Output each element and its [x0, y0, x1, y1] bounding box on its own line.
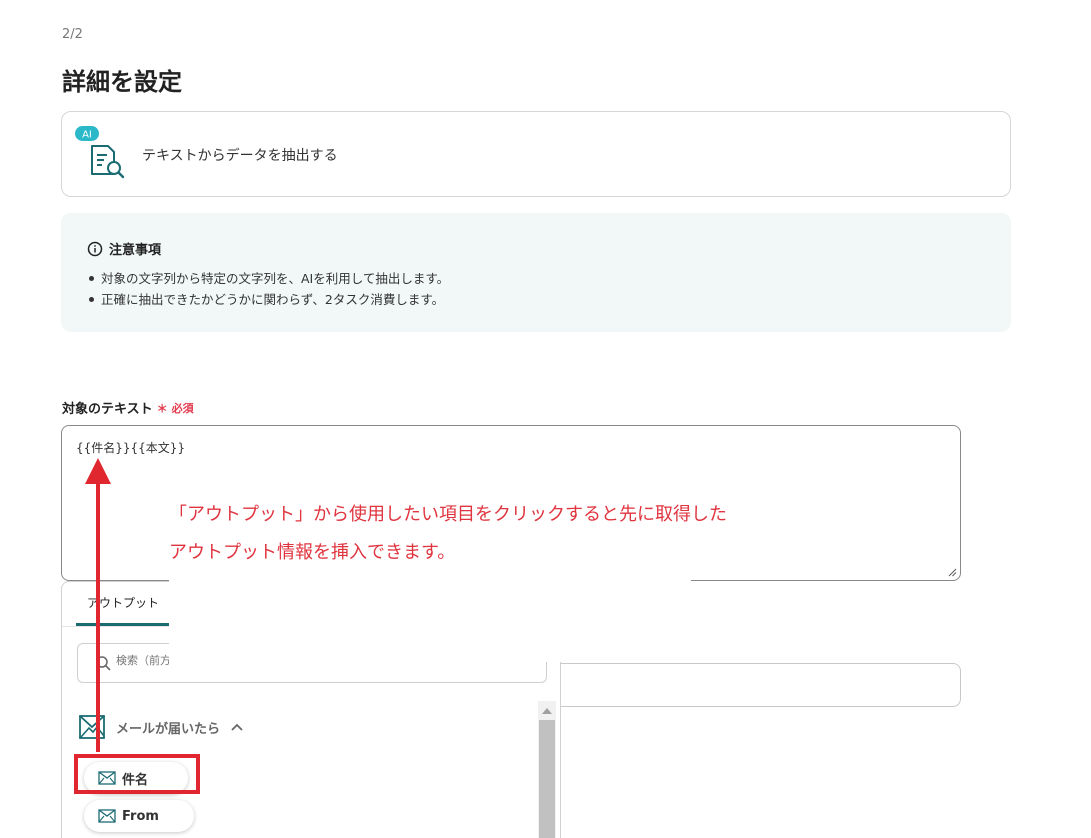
mail-icon — [98, 809, 116, 823]
group-mail-received[interactable]: メールが届いたら — [78, 714, 244, 740]
secondary-input[interactable] — [540, 663, 961, 707]
action-card: AI テキストからデータを抽出する — [61, 111, 1011, 197]
search-input[interactable] — [116, 654, 176, 667]
scroll-up-arrow-icon[interactable] — [542, 708, 552, 714]
mail-image-icon — [79, 715, 105, 739]
notice-item: 正確に抽出できたかどうかに関わらず、2タスク消費します。 — [87, 289, 449, 310]
target-text-label-text: 対象のテキスト — [62, 402, 153, 417]
ai-badge: AI — [82, 130, 92, 141]
highlight-box — [74, 754, 200, 794]
chevron-up-icon — [231, 723, 243, 731]
output-item-from[interactable]: From — [84, 800, 194, 832]
info-icon — [87, 241, 103, 256]
tab-output[interactable]: アウトプット — [76, 582, 170, 626]
annotation-line: アウトプット情報を挿入できます。 — [169, 542, 456, 563]
notice-box: 注意事項 対象の文字列から特定の文字列を、AIを利用して抽出します。 正確に抽出… — [61, 213, 1011, 332]
target-text-value[interactable]: {{件名}}{{本文}} — [76, 439, 185, 456]
step-indicator: 2/2 — [62, 27, 83, 42]
search-icon — [96, 656, 111, 671]
annotation-backdrop-lower — [169, 662, 541, 682]
notice-title: 注意事項 — [109, 243, 162, 258]
group-name: メールが届いたら — [116, 721, 221, 737]
scroll-thumb[interactable] — [539, 720, 555, 838]
notice-item: 対象の文字列から特定の文字列を、AIを利用して抽出します。 — [87, 268, 449, 289]
picker-scrollbar[interactable] — [538, 701, 556, 838]
required-text: 必須 — [171, 401, 194, 415]
required-mark: ＊ — [156, 401, 168, 415]
notice-header: 注意事項 — [87, 239, 161, 258]
action-label: テキストからデータを抽出する — [142, 148, 338, 164]
annotation-callout: 「アウトプット」から使用したい項目をクリックすると先に取得した アウトプット情報… — [169, 496, 727, 572]
target-text-label: 対象のテキスト ＊ 必須 — [62, 398, 194, 418]
notice-list: 対象の文字列から特定の文字列を、AIを利用して抽出します。 正確に抽出できたかど… — [87, 268, 449, 310]
resize-handle-icon — [948, 568, 957, 577]
output-item-label: From — [122, 808, 159, 824]
page-title: 詳細を設定 — [62, 68, 182, 96]
document-search-icon: AI — [74, 124, 130, 186]
annotation-line: 「アウトプット」から使用したい項目をクリックすると先に取得した — [169, 504, 727, 525]
